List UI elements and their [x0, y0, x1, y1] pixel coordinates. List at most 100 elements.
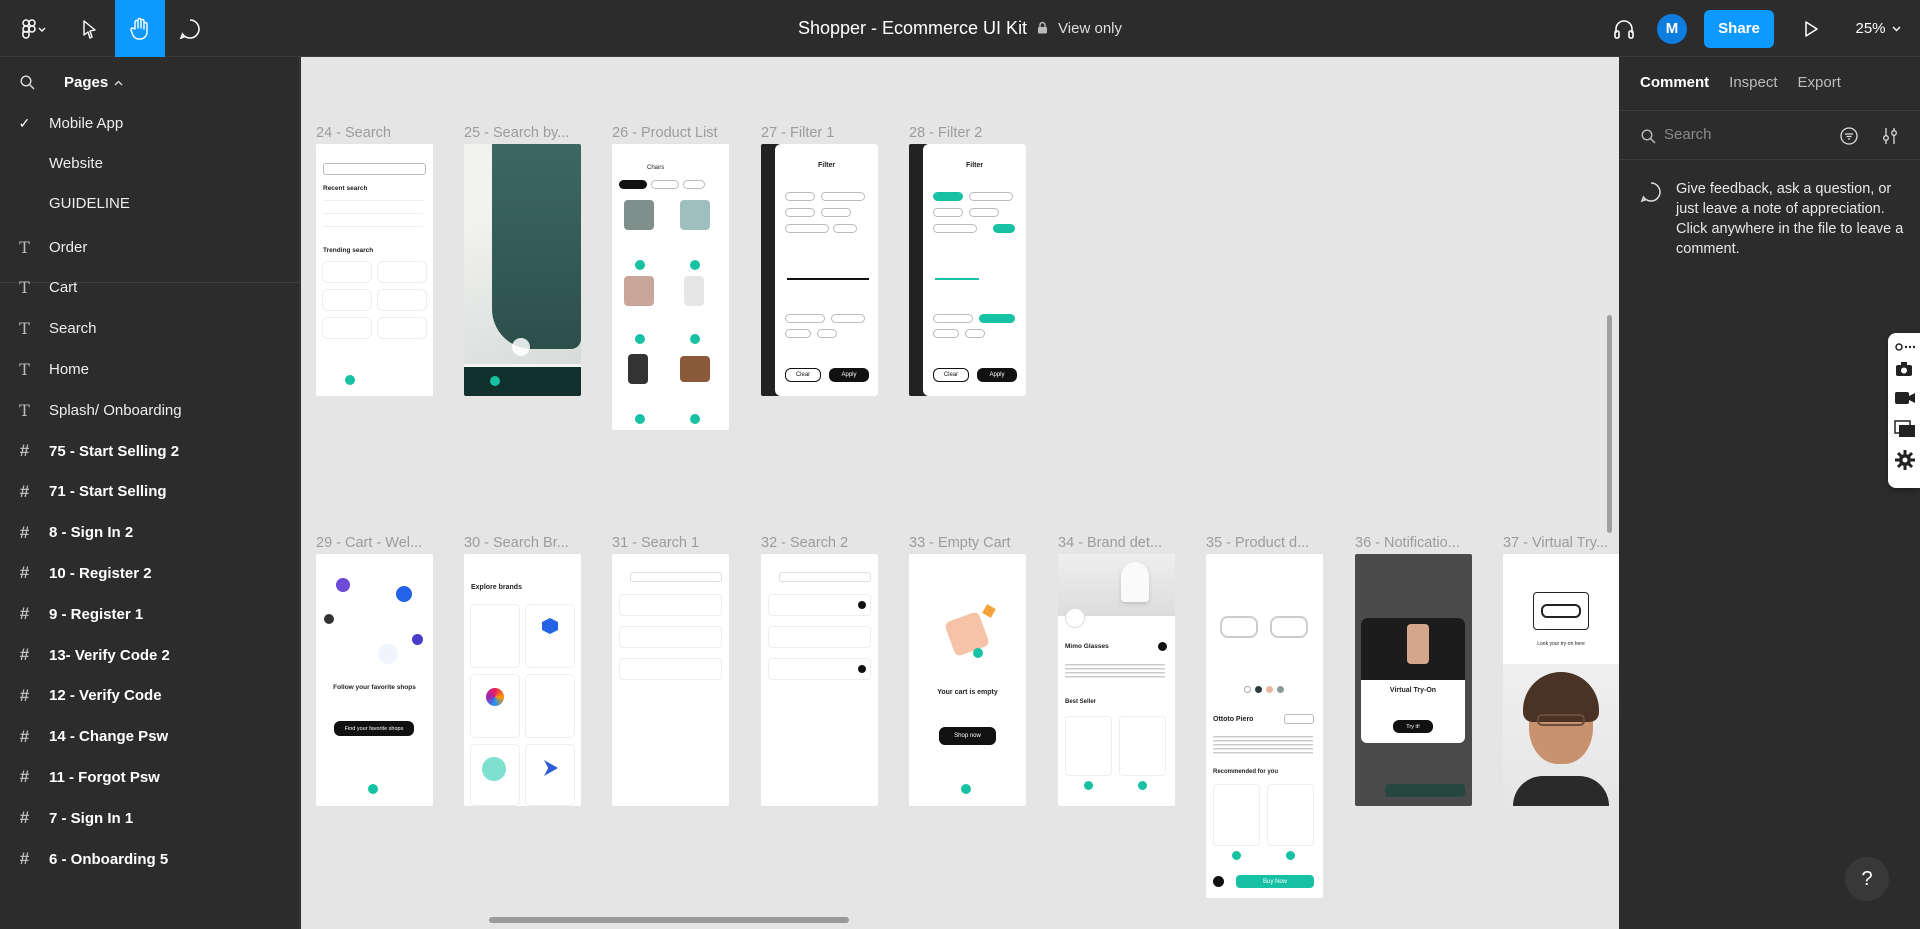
avatar: M [1657, 13, 1687, 44]
frame-product-detail[interactable]: Ottoto Piero Recommended for you Buy Now [1206, 554, 1323, 898]
rating-chip [785, 314, 825, 323]
shutter-icon [512, 338, 530, 356]
layer-item[interactable]: #6 - Onboarding 5 [0, 839, 300, 879]
frame-icon: # [19, 726, 30, 746]
search-result-row [768, 594, 871, 616]
frame-product-list[interactable]: Chairs [612, 144, 729, 430]
price-slider [787, 278, 869, 280]
frame-label[interactable]: 36 - Notificatio... [1355, 535, 1470, 551]
frame-label[interactable]: 27 - Filter 1 [761, 125, 876, 141]
search-result-row [619, 594, 722, 616]
search-input[interactable]: Search [1664, 126, 1712, 143]
frame-label[interactable]: 25 - Search by... [464, 125, 579, 141]
product-name: Ottoto Piero [1213, 716, 1254, 723]
comment-search[interactable]: Search [1620, 110, 1920, 160]
user-avatar[interactable]: M [1657, 0, 1687, 57]
frame-label[interactable]: 24 - Search [316, 125, 431, 141]
try-on-chip [1284, 714, 1314, 724]
page-item[interactable]: ✓ Mobile App [0, 103, 300, 143]
gear-icon[interactable] [1894, 449, 1916, 471]
move-tool-button[interactable] [70, 0, 110, 57]
frame-notification[interactable]: Virtual Try-On Try it! [1355, 554, 1472, 806]
frame-empty-cart[interactable]: Your cart is empty Shop now [909, 554, 1026, 806]
product-card [1213, 784, 1260, 846]
add-icon [1138, 781, 1147, 790]
page-item[interactable]: GUIDELINE [0, 183, 300, 223]
layer-label: 75 - Start Selling 2 [49, 442, 180, 460]
layer-label: 13- Verify Code 2 [49, 646, 170, 664]
frame-label[interactable]: 29 - Cart - Wel... [316, 535, 431, 551]
frame-label[interactable]: 34 - Brand det... [1058, 535, 1173, 551]
comment-icon [179, 18, 200, 39]
frame-label[interactable]: 37 - Virtual Try... [1503, 535, 1618, 551]
settings-sliders-icon[interactable] [1882, 127, 1898, 145]
layer-item[interactable]: #13- Verify Code 2 [0, 635, 300, 675]
horizontal-scrollbar[interactable] [489, 917, 849, 923]
vertical-scrollbar[interactable] [1607, 315, 1612, 533]
frame-label[interactable]: 28 - Filter 2 [909, 125, 1024, 141]
layer-item[interactable]: #75 - Start Selling 2 [0, 431, 300, 471]
frame-search-brands[interactable]: Explore brands [464, 554, 581, 806]
search-icon [1641, 129, 1656, 144]
layer-item[interactable]: #7 - Sign In 1 [0, 798, 300, 838]
camera-icon[interactable] [1895, 361, 1913, 377]
frame-search-1[interactable] [612, 554, 729, 806]
frame-virtual-try-on[interactable]: Look your try-on here [1503, 554, 1619, 806]
present-button[interactable] [1796, 0, 1826, 57]
comment-tool-button[interactable] [170, 0, 210, 57]
frame-search[interactable]: Recent search Trending search [316, 144, 433, 396]
layer-item[interactable]: #12 - Verify Code [0, 676, 300, 716]
layer-item[interactable]: T Cart [0, 268, 300, 308]
filter-clear-button: Clear [933, 368, 969, 382]
layer-item[interactable]: #71 - Start Selling [0, 472, 300, 512]
layer-label: Order [49, 238, 88, 256]
brand-card [525, 604, 575, 668]
layer-label: 10 - Register 2 [49, 564, 152, 582]
share-button[interactable]: Share [1704, 9, 1774, 48]
layer-item[interactable]: #14 - Change Psw [0, 717, 300, 757]
audio-button[interactable] [1606, 0, 1642, 57]
layer-item[interactable]: T Search [0, 309, 300, 349]
frame-search-by-image[interactable] [464, 144, 581, 396]
frame-label[interactable]: 30 - Search Br... [464, 535, 579, 551]
nav-home-icon [345, 375, 355, 385]
cart-illustration [982, 604, 996, 618]
frame-label[interactable]: 26 - Product List [612, 125, 727, 141]
page-item[interactable]: Website [0, 143, 300, 183]
empty-cart-heading: Your cart is empty [937, 689, 998, 696]
zoom-control[interactable]: 25% [1848, 0, 1908, 57]
windows-icon[interactable] [1894, 420, 1916, 438]
link-icon[interactable] [1895, 342, 1915, 352]
tab-inspect[interactable]: Inspect [1729, 74, 1777, 91]
help-button[interactable]: ? [1845, 857, 1889, 901]
frame-label[interactable]: 35 - Product d... [1206, 535, 1321, 551]
frame-filter-1[interactable]: Filter Clear Apply [761, 144, 878, 396]
layer-label: Search [49, 320, 97, 338]
frame-cart-welcome[interactable]: Follow your favorite shops Find your fav… [316, 554, 433, 806]
frame-label[interactable]: 33 - Empty Cart [909, 535, 1024, 551]
layer-item[interactable]: T Order [0, 227, 300, 267]
layer-item[interactable]: T Home [0, 349, 300, 389]
divider [323, 200, 423, 201]
canvas[interactable]: 24 - Search 25 - Search by... 26 - Produ… [301, 57, 1619, 929]
product-list-title: Chairs [647, 165, 665, 171]
filter-icon[interactable] [1840, 127, 1858, 145]
frame-label[interactable]: 31 - Search 1 [612, 535, 727, 551]
layer-item[interactable]: #8 - Sign In 2 [0, 513, 300, 553]
trend-chip [322, 289, 372, 311]
layer-item[interactable]: T Splash/ Onboarding [0, 390, 300, 430]
layer-item[interactable]: #9 - Register 1 [0, 594, 300, 634]
frame-search-2[interactable] [761, 554, 878, 806]
frame-brand-detail[interactable]: Mimo Glasses Best Seller [1058, 554, 1175, 806]
layer-label: 71 - Start Selling [49, 483, 167, 501]
tab-comment[interactable]: Comment [1640, 74, 1709, 91]
layer-item[interactable]: #11 - Forgot Psw [0, 757, 300, 797]
layer-item[interactable]: #10 - Register 2 [0, 553, 300, 593]
main-menu-button[interactable] [12, 0, 54, 57]
frame-label[interactable]: 32 - Search 2 [761, 535, 876, 551]
video-icon[interactable] [1894, 391, 1916, 405]
tab-export[interactable]: Export [1798, 74, 1841, 91]
frame-filter-2[interactable]: Filter Clear Apply [909, 144, 1026, 396]
hand-tool-button[interactable] [115, 0, 165, 57]
pages-header[interactable]: Pages [20, 74, 123, 91]
